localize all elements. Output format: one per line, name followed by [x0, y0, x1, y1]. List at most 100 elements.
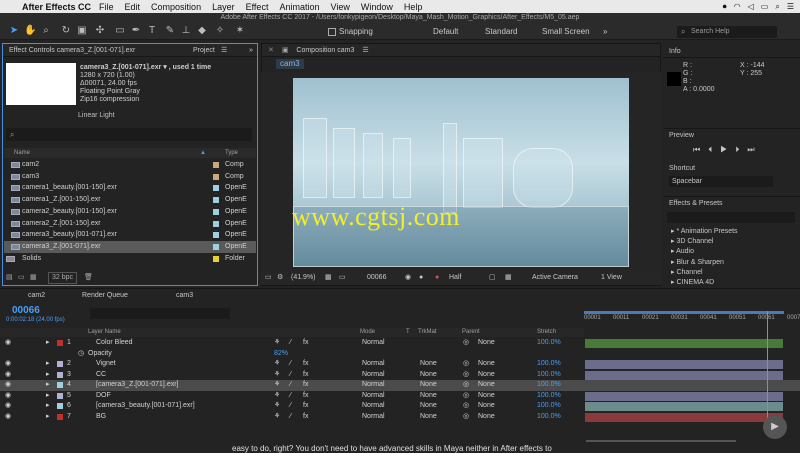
quality-switch-icon[interactable]: ⁄	[290, 401, 291, 412]
list-icon[interactable]: ☰	[787, 2, 794, 11]
menu-animation[interactable]: Animation	[279, 2, 319, 12]
effects-category[interactable]: ▸ Channel	[671, 268, 800, 278]
project-item[interactable]: camera1_beauty.[001-150].exr OpenE	[4, 182, 256, 194]
layer-row[interactable]: ◉ ▸ 2 Vignet ⚘ ⁄ fx Normal None ◎ None 100.0%	[0, 359, 800, 370]
layer-label-color[interactable]	[57, 361, 63, 367]
shy-switch-icon[interactable]: ⚘	[274, 338, 280, 349]
current-frame[interactable]: 00066	[367, 270, 386, 285]
panel-menu-icon[interactable]: ☰	[362, 47, 368, 54]
video-play-icon[interactable]: ▶	[763, 415, 787, 439]
bpc-button[interactable]: 32 bpc	[48, 272, 78, 284]
layer-label-color[interactable]	[57, 371, 63, 378]
layer-name[interactable]: Vignet	[96, 359, 116, 370]
sort-icon[interactable]: ▲	[200, 148, 206, 158]
quality-switch-icon[interactable]: ⁄	[290, 338, 291, 349]
expand-arrow-icon[interactable]: ▸	[46, 380, 50, 391]
trkmat-dropdown[interactable]: None	[420, 391, 437, 402]
stretch-value[interactable]: 100.0%	[537, 359, 561, 370]
views-dropdown[interactable]: 1 View	[601, 270, 622, 285]
parent-dropdown[interactable]: None	[478, 359, 495, 370]
shortcut-dropdown[interactable]: Spacebar	[669, 176, 773, 187]
info-title[interactable]: Info	[669, 48, 681, 55]
label-color-swatch[interactable]	[213, 232, 219, 239]
effects-title[interactable]: Effects & Presets	[669, 200, 723, 207]
shy-switch-icon[interactable]: ⚘	[274, 370, 280, 381]
composition-tab[interactable]: Composition cam3	[296, 47, 354, 54]
project-item[interactable]: camera2_beauty.[001-150].exr OpenE	[4, 206, 256, 218]
t-col[interactable]: T	[406, 328, 410, 337]
name-column[interactable]: Name	[14, 148, 30, 158]
zoom-slider[interactable]	[586, 440, 736, 442]
trkmat-dropdown[interactable]: None	[420, 370, 437, 381]
label-color-swatch[interactable]	[213, 243, 219, 250]
roto-tool-icon[interactable]: ✧	[214, 25, 226, 37]
timecode-display[interactable]: 00066	[12, 305, 40, 316]
quality-switch-icon[interactable]: ⁄	[290, 359, 291, 370]
project-search-input[interactable]	[6, 128, 252, 141]
effect-controls-tab[interactable]: Effect Controls camera3_Z.[001-071].exr	[9, 47, 135, 54]
parent-dropdown[interactable]: None	[478, 370, 495, 381]
rotate-tool-icon[interactable]: ↻	[60, 25, 72, 37]
next-frame-icon[interactable]: ⏵	[735, 145, 747, 154]
snapping-checkbox[interactable]	[328, 28, 336, 36]
last-frame-icon[interactable]: ⏭	[747, 145, 762, 154]
visibility-eye-icon[interactable]: ◉	[5, 338, 11, 349]
shy-switch-icon[interactable]: ⚘	[274, 412, 280, 423]
menu-view[interactable]: View	[330, 2, 349, 12]
parent-pickwhip-icon[interactable]: ◎	[463, 380, 469, 391]
expand-arrow-icon[interactable]: ▸	[46, 359, 50, 370]
preview-title[interactable]: Preview	[669, 132, 694, 139]
fx-switch-icon[interactable]: fx	[303, 380, 308, 391]
visibility-eye-icon[interactable]: ◉	[5, 380, 11, 391]
menu-layer[interactable]: Layer	[212, 2, 235, 12]
channel-icon[interactable]: ●	[435, 270, 439, 285]
trkmat-dropdown[interactable]: None	[420, 380, 437, 391]
trkmat-col[interactable]: TrkMat	[418, 328, 436, 337]
label-color-swatch[interactable]	[213, 255, 219, 262]
menu-effect[interactable]: Effect	[246, 2, 269, 12]
parent-col[interactable]: Parent	[462, 328, 480, 337]
resolution-dropdown[interactable]: Half	[449, 270, 461, 285]
stretch-value[interactable]: 100.0%	[537, 391, 561, 402]
trkmat-dropdown[interactable]: None	[420, 359, 437, 370]
mode-dropdown[interactable]: Normal	[362, 359, 385, 370]
workspace-small-screen[interactable]: Small Screen	[542, 27, 590, 36]
label-color-swatch[interactable]	[213, 185, 219, 192]
layer-label-color[interactable]	[57, 382, 63, 388]
wifi-icon[interactable]: ◠	[734, 2, 741, 11]
puppet-tool-icon[interactable]: ✶	[234, 25, 246, 37]
property-row[interactable]: ◷ Opacity 82%	[0, 349, 800, 360]
safe-zones-icon[interactable]: ▦	[325, 270, 332, 285]
mode-dropdown[interactable]: Normal	[362, 412, 385, 423]
stretch-value[interactable]: 100.0%	[537, 401, 561, 412]
zoom-dropdown[interactable]: (41.9%)	[291, 270, 316, 285]
parent-dropdown[interactable]: None	[478, 391, 495, 402]
lock-icon[interactable]: ▣	[282, 47, 289, 54]
layer-name[interactable]: BG	[96, 412, 106, 423]
type-tool-icon[interactable]: T	[146, 25, 158, 37]
expand-arrow-icon[interactable]: ▸	[46, 391, 50, 402]
property-value[interactable]: 82%	[274, 349, 288, 360]
visibility-eye-icon[interactable]: ◉	[5, 391, 11, 402]
stretch-value[interactable]: 100.0%	[537, 370, 561, 381]
render-queue-tab[interactable]: Render Queue	[82, 292, 128, 299]
quality-switch-icon[interactable]: ⁄	[290, 391, 291, 402]
record-icon[interactable]: ⏺	[723, 2, 727, 12]
project-item[interactable]: camera2_Z.[001-150].exr OpenE	[4, 218, 256, 230]
label-color-swatch[interactable]	[213, 173, 219, 180]
work-area-bar[interactable]	[584, 311, 784, 314]
layer-label-color[interactable]	[57, 340, 63, 346]
view-options-icon[interactable]: ⚙	[277, 270, 283, 285]
mode-dropdown[interactable]: Normal	[362, 380, 385, 391]
project-item[interactable]: Solids Folder	[4, 253, 256, 265]
stopwatch-icon[interactable]: ◷	[78, 349, 84, 360]
parent-pickwhip-icon[interactable]: ◎	[463, 401, 469, 412]
panel-menu-icon[interactable]: ☰	[221, 44, 227, 57]
expand-arrow-icon[interactable]: ▸	[46, 412, 50, 423]
pan-behind-tool-icon[interactable]: ✣	[94, 25, 106, 37]
hand-tool-icon[interactable]: ✋	[24, 25, 36, 37]
menu-window[interactable]: Window	[361, 2, 393, 12]
visibility-eye-icon[interactable]: ◉	[5, 401, 11, 412]
fx-switch-icon[interactable]: fx	[303, 370, 308, 381]
layer-name[interactable]: [camera3_Z.[001-071].exr]	[96, 380, 179, 391]
